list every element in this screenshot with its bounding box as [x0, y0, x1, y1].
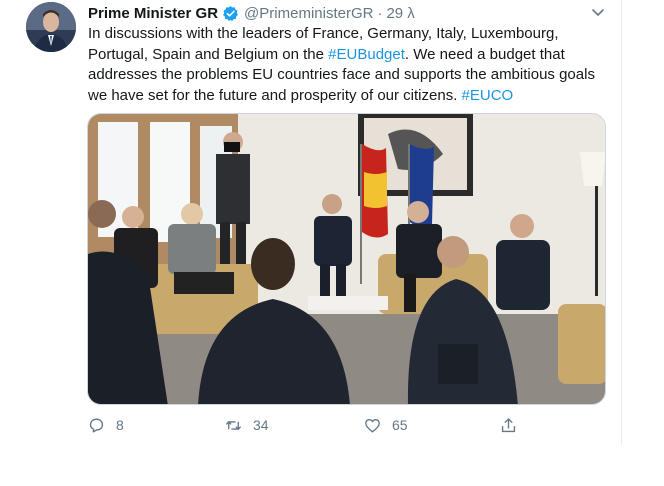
separator-dot: ·: [377, 4, 383, 22]
author-handle[interactable]: @PrimeministerGR: [244, 5, 373, 22]
like-count: 65: [392, 417, 408, 433]
tweet[interactable]: Prime Minister GR @PrimeministerGR · 29 …: [0, 0, 622, 445]
reply-button[interactable]: 8: [87, 414, 124, 436]
avatar[interactable]: [26, 2, 76, 52]
author-name[interactable]: Prime Minister GR: [88, 5, 218, 22]
tweet-actions: 8 34 65: [87, 414, 527, 436]
retweet-button[interactable]: 34: [224, 414, 269, 436]
like-button[interactable]: 65: [363, 414, 408, 436]
hashtag-euco[interactable]: #EUCO: [462, 87, 514, 104]
chevron-down-icon[interactable]: [590, 4, 606, 20]
reply-count: 8: [116, 417, 124, 433]
share-icon: [501, 417, 516, 432]
tweet-photo[interactable]: [87, 113, 606, 405]
tweet-text: In discussions with the leaders of Franc…: [88, 24, 608, 106]
hashtag-eubudget[interactable]: #EUBudget: [328, 46, 405, 63]
retweet-icon: [226, 420, 241, 430]
retweet-count: 34: [253, 417, 269, 433]
reply-icon: [89, 417, 104, 433]
like-icon: [365, 418, 380, 433]
tweet-timestamp[interactable]: 29 λ: [386, 5, 414, 22]
share-button[interactable]: [499, 414, 528, 436]
verified-badge-icon: [222, 5, 239, 22]
meeting-photo: [88, 114, 605, 404]
tweet-header: Prime Minister GR @PrimeministerGR · 29 …: [88, 2, 415, 24]
